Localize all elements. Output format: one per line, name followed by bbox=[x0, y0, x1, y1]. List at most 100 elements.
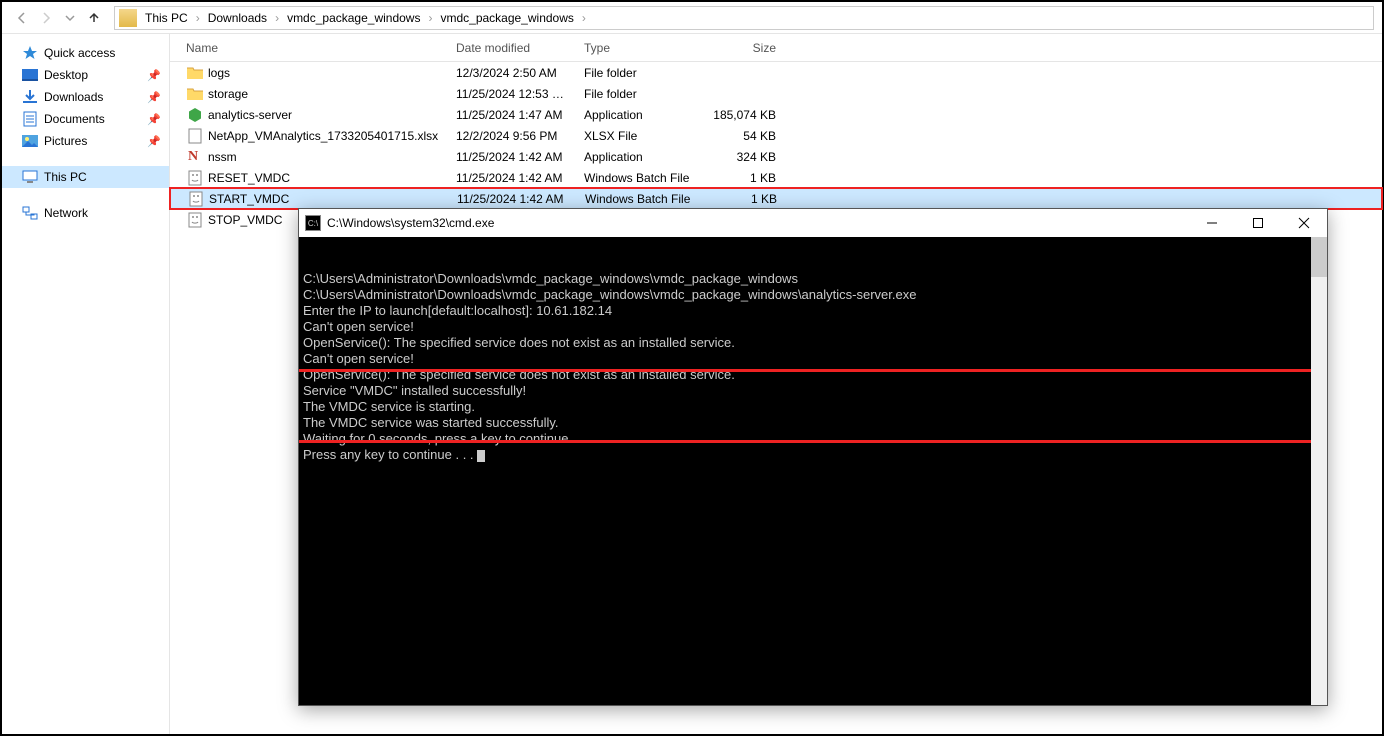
file-date: 11/25/2024 1:42 AM bbox=[456, 171, 584, 185]
chevron-right-icon: › bbox=[269, 11, 285, 25]
sidebar-label: Documents bbox=[44, 112, 105, 126]
sidebar-item-documents[interactable]: Documents 📌 bbox=[2, 108, 169, 130]
file-row[interactable]: START_VMDC11/25/2024 1:42 AMWindows Batc… bbox=[170, 188, 1382, 209]
file-type: Application bbox=[584, 108, 708, 122]
network-icon bbox=[22, 205, 38, 221]
sidebar-item-downloads[interactable]: Downloads 📌 bbox=[2, 86, 169, 108]
sidebar-quick-access[interactable]: Quick access bbox=[2, 42, 169, 64]
close-button[interactable] bbox=[1281, 209, 1327, 237]
file-size: 185,074 KB bbox=[708, 108, 784, 122]
up-button[interactable] bbox=[82, 6, 106, 30]
file-name: analytics-server bbox=[208, 108, 456, 122]
file-icon bbox=[186, 65, 204, 81]
chevron-right-icon: › bbox=[576, 11, 592, 25]
sidebar-item-desktop[interactable]: Desktop 📌 bbox=[2, 64, 169, 86]
pin-icon: 📌 bbox=[147, 91, 161, 104]
cmd-title-text: C:\Windows\system32\cmd.exe bbox=[327, 216, 1189, 230]
pin-icon: 📌 bbox=[147, 69, 161, 82]
star-icon bbox=[22, 45, 38, 61]
file-name: NetApp_VMAnalytics_1733205401715.xlsx bbox=[208, 129, 456, 143]
file-date: 12/3/2024 2:50 AM bbox=[456, 66, 584, 80]
cmd-line: OpenService(): The specified service doe… bbox=[303, 367, 1323, 383]
file-row[interactable]: analytics-server11/25/2024 1:47 AMApplic… bbox=[170, 104, 1382, 125]
file-size: 54 KB bbox=[708, 129, 784, 143]
cmd-line: C:\Users\Administrator\Downloads\vmdc_pa… bbox=[303, 271, 1323, 287]
cmd-line: Service "VMDC" installed successfully! bbox=[303, 383, 1323, 399]
pictures-icon bbox=[22, 133, 38, 149]
sidebar-label: Pictures bbox=[44, 134, 87, 148]
file-type: File folder bbox=[584, 66, 708, 80]
maximize-button[interactable] bbox=[1235, 209, 1281, 237]
cmd-icon: C:\ bbox=[305, 215, 321, 231]
file-date: 11/25/2024 1:42 AM bbox=[457, 192, 585, 206]
sidebar-label: This PC bbox=[44, 170, 87, 184]
file-row[interactable]: NetApp_VMAnalytics_1733205401715.xlsx12/… bbox=[170, 125, 1382, 146]
breadcrumb-item[interactable]: vmdc_package_windows bbox=[285, 11, 422, 25]
column-headers: Name Date modified Type Size bbox=[170, 34, 1382, 62]
sidebar-item-this-pc[interactable]: This PC bbox=[2, 166, 169, 188]
file-type: Windows Batch File bbox=[585, 192, 709, 206]
file-icon bbox=[186, 212, 204, 228]
cmd-titlebar[interactable]: C:\ C:\Windows\system32\cmd.exe bbox=[299, 209, 1327, 237]
file-icon bbox=[186, 170, 204, 186]
desktop-icon bbox=[22, 67, 38, 83]
file-icon: N bbox=[186, 149, 204, 165]
minimize-button[interactable] bbox=[1189, 209, 1235, 237]
file-name: START_VMDC bbox=[209, 192, 457, 206]
file-type: File folder bbox=[584, 87, 708, 101]
sidebar-label: Desktop bbox=[44, 68, 88, 82]
cmd-line: The VMDC service is starting. bbox=[303, 399, 1323, 415]
breadcrumb[interactable]: This PC› Downloads› vmdc_package_windows… bbox=[114, 6, 1374, 30]
file-name: logs bbox=[208, 66, 456, 80]
pin-icon: 📌 bbox=[147, 113, 161, 126]
file-date: 11/25/2024 1:47 AM bbox=[456, 108, 584, 122]
breadcrumb-item[interactable]: Downloads bbox=[206, 11, 269, 25]
column-size[interactable]: Size bbox=[708, 41, 784, 55]
cmd-line: Waiting for 0 seconds, press a key to co… bbox=[303, 431, 1323, 447]
cmd-body[interactable]: C:\Users\Administrator\Downloads\vmdc_pa… bbox=[299, 237, 1327, 705]
cmd-line: Can't open service! bbox=[303, 351, 1323, 367]
back-button[interactable] bbox=[10, 6, 34, 30]
file-row[interactable]: RESET_VMDC11/25/2024 1:42 AMWindows Batc… bbox=[170, 167, 1382, 188]
cmd-line: Press any key to continue . . . bbox=[303, 447, 1323, 463]
breadcrumb-item[interactable]: This PC bbox=[143, 11, 190, 25]
documents-icon bbox=[22, 111, 38, 127]
sidebar-item-pictures[interactable]: Pictures 📌 bbox=[2, 130, 169, 152]
file-type: Application bbox=[584, 150, 708, 164]
folder-icon bbox=[119, 9, 137, 27]
file-date: 11/25/2024 1:42 AM bbox=[456, 150, 584, 164]
file-type: Windows Batch File bbox=[584, 171, 708, 185]
file-icon bbox=[187, 191, 205, 207]
column-type[interactable]: Type bbox=[584, 41, 708, 55]
pin-icon: 📌 bbox=[147, 135, 161, 148]
cmd-line: Enter the IP to launch[default:localhost… bbox=[303, 303, 1323, 319]
file-row[interactable]: storage11/25/2024 12:53 …File folder bbox=[170, 83, 1382, 104]
file-name: nssm bbox=[208, 150, 456, 164]
scrollbar[interactable] bbox=[1311, 237, 1327, 705]
cmd-window: C:\ C:\Windows\system32\cmd.exe C:\Users… bbox=[298, 208, 1328, 706]
cmd-line: The VMDC service was started successfull… bbox=[303, 415, 1323, 431]
file-size: 1 KB bbox=[708, 171, 784, 185]
column-date[interactable]: Date modified bbox=[456, 41, 584, 55]
explorer-toolbar: This PC› Downloads› vmdc_package_windows… bbox=[2, 2, 1382, 34]
recent-dropdown[interactable] bbox=[58, 6, 82, 30]
chevron-right-icon: › bbox=[422, 11, 438, 25]
file-row[interactable]: Nnssm11/25/2024 1:42 AMApplication324 KB bbox=[170, 146, 1382, 167]
sidebar-label: Network bbox=[44, 206, 88, 220]
pc-icon bbox=[22, 169, 38, 185]
file-type: XLSX File bbox=[584, 129, 708, 143]
file-icon bbox=[186, 86, 204, 102]
file-icon bbox=[186, 128, 204, 144]
downloads-icon bbox=[22, 89, 38, 105]
chevron-right-icon: › bbox=[190, 11, 206, 25]
forward-button[interactable] bbox=[34, 6, 58, 30]
sidebar: Quick access Desktop 📌 Downloads 📌 Docum… bbox=[2, 34, 170, 734]
file-name: storage bbox=[208, 87, 456, 101]
column-name[interactable]: Name bbox=[186, 41, 456, 55]
file-row[interactable]: logs12/3/2024 2:50 AMFile folder bbox=[170, 62, 1382, 83]
cmd-line: C:\Users\Administrator\Downloads\vmdc_pa… bbox=[303, 287, 1323, 303]
sidebar-item-network[interactable]: Network bbox=[2, 202, 169, 224]
breadcrumb-item[interactable]: vmdc_package_windows bbox=[438, 11, 575, 25]
file-name: RESET_VMDC bbox=[208, 171, 456, 185]
file-icon bbox=[186, 107, 204, 123]
